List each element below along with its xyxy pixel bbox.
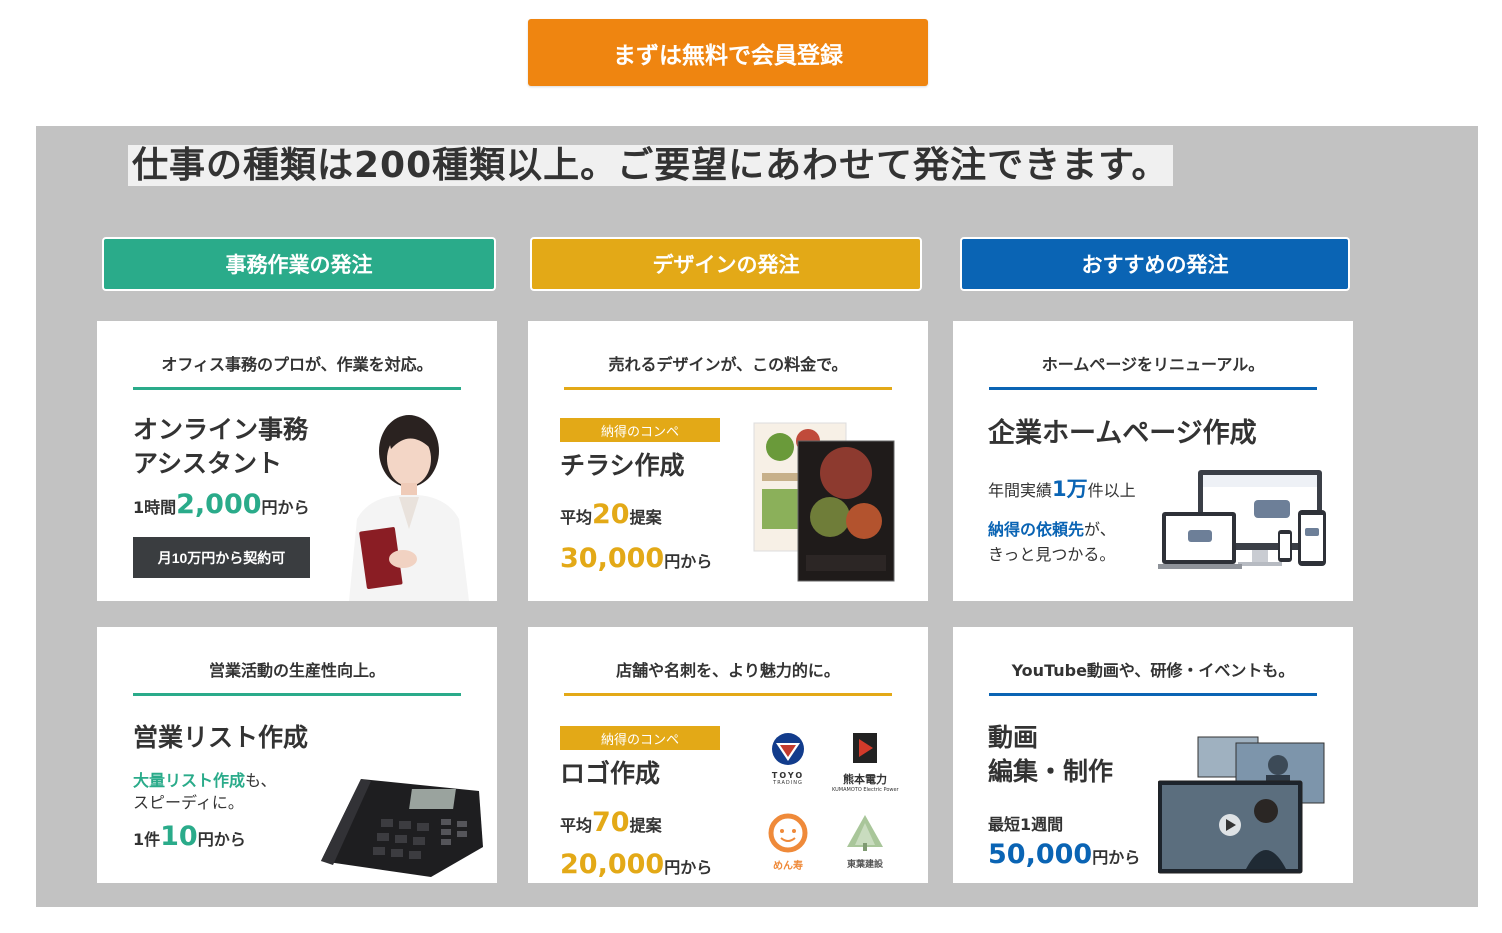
logo-toyo: TOYO TRADING: [758, 731, 818, 786]
card-logo[interactable]: 店舗や名刺を、より魅力的に。 納得のコンペ ロゴ作成 平均70提案 20,000…: [528, 627, 928, 883]
video-lead: 最短1週間: [988, 815, 1064, 834]
card-title: 動画: [988, 723, 1039, 752]
card-subtitle: 店舗や名刺を、より魅力的に。: [564, 657, 892, 696]
section-headline: 仕事の種類は200種類以上。ご要望にあわせて発注できます。: [128, 136, 1173, 186]
card-subtitle: ホームページをリニューアル。: [989, 351, 1317, 390]
card-title-line2: アシスタント: [133, 449, 283, 478]
price-line: 50,000円から: [988, 839, 1141, 870]
monthly-contract-button[interactable]: 月10万円から契約可: [133, 537, 310, 578]
card-flyer[interactable]: 売れるデザインが、この料金で。 納得のコンペ チラシ作成 平均20提案 30,0…: [528, 321, 928, 601]
category-recommended[interactable]: おすすめの発注: [960, 237, 1350, 291]
flyer-sample-image: [753, 422, 895, 582]
card-subtitle: オフィス事務のプロが、作業を対応。: [133, 351, 461, 390]
homepage-line2: 納得の依頼先が、: [988, 520, 1116, 539]
menju-mark-icon: [768, 813, 808, 853]
sales-line1: 大量リスト作成も、: [133, 771, 277, 790]
card-title: ロゴ作成: [560, 759, 661, 788]
card-title-line2: 編集・制作: [988, 757, 1114, 786]
competition-badge: 納得のコンペ: [560, 418, 720, 442]
competition-badge: 納得のコンペ: [560, 726, 720, 750]
logo-toyo-construction: 東葉建設: [834, 813, 896, 870]
category-office-work[interactable]: 事務作業の発注: [102, 237, 496, 291]
card-subtitle: 売れるデザインが、この料金で。: [564, 351, 892, 390]
average-proposals: 平均20提案: [560, 499, 662, 530]
price-line: 30,000円から: [560, 543, 713, 574]
price-line: 1時間2,000円から: [133, 489, 310, 520]
card-subtitle: YouTube動画や、研修・イベントも。: [989, 657, 1317, 696]
kumamoto-mark-icon: [853, 733, 877, 763]
price-line: 1件10円から: [133, 821, 246, 852]
sales-line2: スピーディに。: [133, 793, 244, 812]
toyo-mark-icon: [772, 733, 804, 765]
card-video[interactable]: YouTube動画や、研修・イベントも。 動画 編集・制作 最短1週間 50,0…: [953, 627, 1353, 883]
category-design[interactable]: デザインの発注: [530, 237, 922, 291]
logo-menju: めん寿: [758, 813, 818, 872]
woman-with-notebook-photo: [349, 415, 469, 601]
card-title: 企業ホームページ作成: [988, 418, 1257, 449]
multi-device-website-mockup: [1158, 470, 1326, 569]
toyo-construction-tree-icon: [847, 815, 883, 851]
card-title: 営業リスト作成: [133, 723, 309, 752]
average-proposals: 平均70提案: [560, 807, 662, 838]
card-subtitle: 営業活動の生産性向上。: [133, 657, 461, 696]
video-thumbnails-collage: [1158, 736, 1325, 874]
free-register-button[interactable]: まずは無料で会員登録: [528, 19, 928, 86]
homepage-line3: きっと見つかる。: [988, 545, 1116, 564]
card-title: チラシ作成: [560, 451, 685, 480]
office-telephone-photo: [321, 779, 483, 877]
card-sales-list[interactable]: 営業活動の生産性向上。 営業リスト作成 大量リスト作成も、 スピーディに。 1件…: [97, 627, 497, 883]
price-line: 20,000円から: [560, 849, 713, 880]
card-online-assistant[interactable]: オフィス事務のプロが、作業を対応。 オンライン事務 アシスタント 1時間2,00…: [97, 321, 497, 601]
annual-record: 年間実績1万件以上: [988, 477, 1136, 501]
logo-kumamoto-power: 熊本電力 KUMAMOTO Electric Power: [832, 731, 899, 793]
card-homepage[interactable]: ホームページをリニューアル。 企業ホームページ作成 年間実績1万件以上 納得の依…: [953, 321, 1353, 601]
card-title: オンライン事務: [133, 415, 309, 444]
